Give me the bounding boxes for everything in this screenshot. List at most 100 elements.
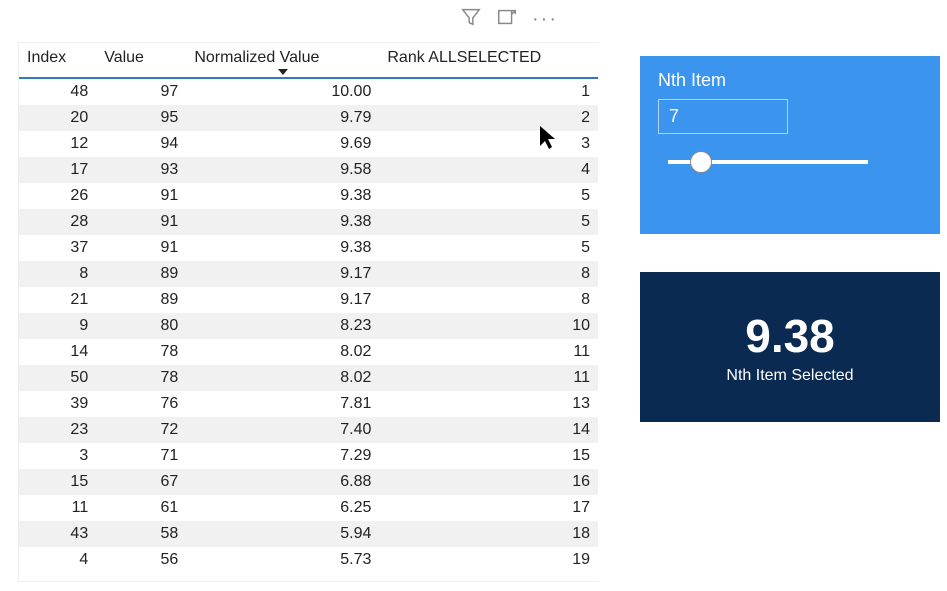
- cell-norm: 9.17: [186, 287, 379, 313]
- cell-value: 78: [96, 339, 186, 365]
- visual-toolbar: ···: [460, 6, 558, 32]
- cell-value: 91: [96, 209, 186, 235]
- cell-norm: 6.88: [186, 469, 379, 495]
- cell-rank: 1: [379, 78, 598, 105]
- cell-index: 39: [19, 391, 96, 417]
- table-row[interactable]: 37919.385: [19, 235, 598, 261]
- cell-index: 43: [19, 521, 96, 547]
- more-options-icon[interactable]: ···: [532, 9, 558, 29]
- cell-index: 11: [19, 495, 96, 521]
- table-row[interactable]: 21899.178: [19, 287, 598, 313]
- cell-value: 91: [96, 235, 186, 261]
- cell-norm: 8.02: [186, 339, 379, 365]
- slicer-value-input[interactable]: 7: [658, 99, 788, 134]
- table-row[interactable]: 50788.0211: [19, 365, 598, 391]
- cell-value: 91: [96, 183, 186, 209]
- cell-index: 15: [19, 469, 96, 495]
- cell-norm: 7.81: [186, 391, 379, 417]
- table-row[interactable]: 9808.2310: [19, 313, 598, 339]
- cell-index: 12: [19, 131, 96, 157]
- cell-value: 95: [96, 105, 186, 131]
- cell-rank: 19: [379, 547, 598, 573]
- col-header-index[interactable]: Index: [19, 43, 96, 78]
- col-header-normalized[interactable]: Normalized Value: [186, 43, 379, 78]
- cell-norm: 10.00: [186, 78, 379, 105]
- cell-value: 94: [96, 131, 186, 157]
- table-row[interactable]: 8899.178: [19, 261, 598, 287]
- table-row[interactable]: 3717.2915: [19, 443, 598, 469]
- cell-rank: 18: [379, 521, 598, 547]
- table-scroll[interactable]: Index Value Normalized Value Rank ALLSEL…: [19, 43, 598, 581]
- kpi-label: Nth Item Selected: [726, 367, 853, 385]
- kpi-card: 9.38 Nth Item Selected: [640, 272, 940, 422]
- data-table: Index Value Normalized Value Rank ALLSEL…: [19, 43, 598, 573]
- slicer-slider-thumb[interactable]: [690, 151, 712, 173]
- table-visual: Index Value Normalized Value Rank ALLSEL…: [18, 42, 598, 582]
- filter-icon[interactable]: [460, 6, 482, 32]
- cell-index: 3: [19, 443, 96, 469]
- table-row[interactable]: 12949.693: [19, 131, 598, 157]
- cell-norm: 9.79: [186, 105, 379, 131]
- cell-index: 28: [19, 209, 96, 235]
- col-header-value[interactable]: Value: [96, 43, 186, 78]
- cell-value: 93: [96, 157, 186, 183]
- cell-rank: 16: [379, 469, 598, 495]
- cell-rank: 14: [379, 417, 598, 443]
- cell-norm: 5.73: [186, 547, 379, 573]
- table-row[interactable]: 23727.4014: [19, 417, 598, 443]
- cell-norm: 9.17: [186, 261, 379, 287]
- cell-norm: 9.38: [186, 235, 379, 261]
- table-row[interactable]: 28919.385: [19, 209, 598, 235]
- cell-rank: 11: [379, 339, 598, 365]
- table-row[interactable]: 4565.7319: [19, 547, 598, 573]
- cell-norm: 8.02: [186, 365, 379, 391]
- cell-index: 9: [19, 313, 96, 339]
- cell-rank: 8: [379, 287, 598, 313]
- table-row[interactable]: 17939.584: [19, 157, 598, 183]
- nth-item-slicer: Nth Item 7: [640, 56, 940, 234]
- cell-norm: 6.25: [186, 495, 379, 521]
- cell-value: 61: [96, 495, 186, 521]
- cell-rank: 2: [379, 105, 598, 131]
- cell-norm: 7.40: [186, 417, 379, 443]
- table-header-row: Index Value Normalized Value Rank ALLSEL…: [19, 43, 598, 78]
- table-row[interactable]: 15676.8816: [19, 469, 598, 495]
- cell-index: 8: [19, 261, 96, 287]
- slicer-title: Nth Item: [658, 70, 922, 91]
- cell-index: 20: [19, 105, 96, 131]
- cell-rank: 17: [379, 495, 598, 521]
- cell-norm: 5.94: [186, 521, 379, 547]
- slicer-slider-track[interactable]: [668, 160, 868, 164]
- focus-mode-icon[interactable]: [496, 6, 518, 32]
- cell-index: 14: [19, 339, 96, 365]
- table-row[interactable]: 43585.9418: [19, 521, 598, 547]
- cell-value: 58: [96, 521, 186, 547]
- kpi-value: 9.38: [745, 309, 835, 363]
- cell-norm: 9.38: [186, 209, 379, 235]
- cell-index: 21: [19, 287, 96, 313]
- cell-index: 50: [19, 365, 96, 391]
- cell-index: 48: [19, 78, 96, 105]
- cell-rank: 10: [379, 313, 598, 339]
- cell-norm: 8.23: [186, 313, 379, 339]
- table-row[interactable]: 489710.001: [19, 78, 598, 105]
- cell-rank: 4: [379, 157, 598, 183]
- table-row[interactable]: 11616.2517: [19, 495, 598, 521]
- cell-norm: 9.58: [186, 157, 379, 183]
- cell-value: 89: [96, 261, 186, 287]
- cell-norm: 9.38: [186, 183, 379, 209]
- cell-rank: 5: [379, 209, 598, 235]
- cell-rank: 8: [379, 261, 598, 287]
- table-row[interactable]: 20959.792: [19, 105, 598, 131]
- table-row[interactable]: 26919.385: [19, 183, 598, 209]
- cell-rank: 5: [379, 235, 598, 261]
- cell-value: 56: [96, 547, 186, 573]
- cell-index: 37: [19, 235, 96, 261]
- cell-value: 80: [96, 313, 186, 339]
- cell-norm: 7.29: [186, 443, 379, 469]
- table-row[interactable]: 39767.8113: [19, 391, 598, 417]
- col-header-rank[interactable]: Rank ALLSELECTED: [379, 43, 598, 78]
- cell-value: 76: [96, 391, 186, 417]
- cell-rank: 5: [379, 183, 598, 209]
- table-row[interactable]: 14788.0211: [19, 339, 598, 365]
